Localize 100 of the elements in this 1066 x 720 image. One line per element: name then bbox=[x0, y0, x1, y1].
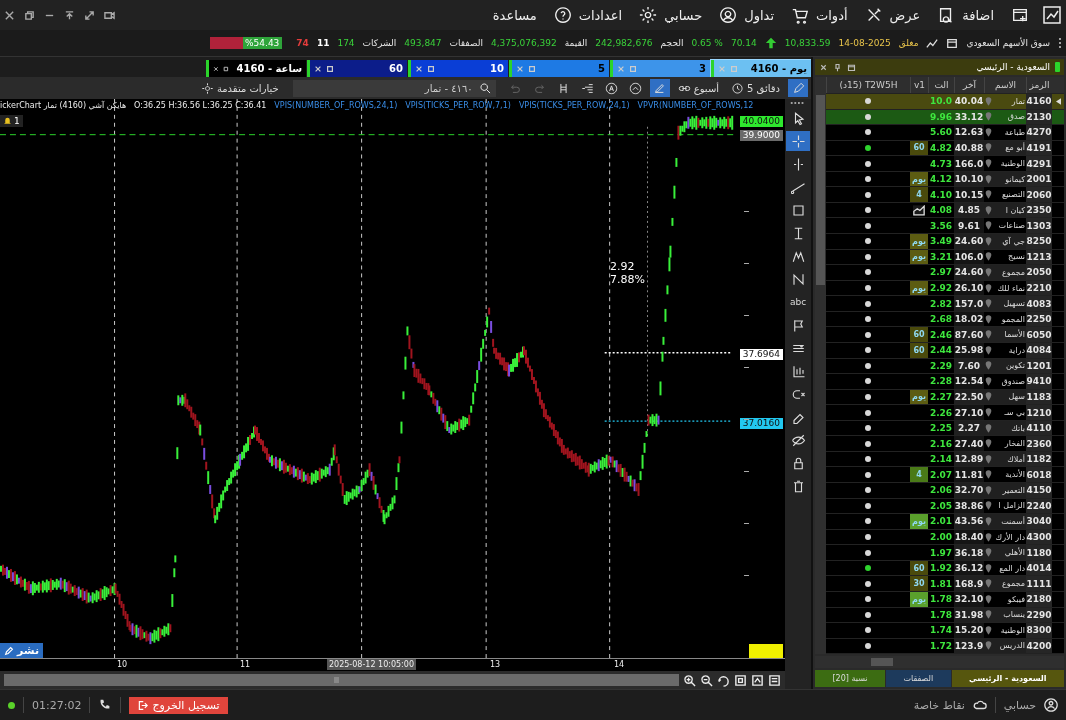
location-pin-icon[interactable] bbox=[985, 376, 992, 386]
column-header[interactable]: الاسم bbox=[984, 77, 1026, 93]
location-pin-icon[interactable] bbox=[985, 470, 992, 480]
location-pin-icon[interactable] bbox=[985, 143, 992, 153]
calendar-icon[interactable] bbox=[946, 37, 959, 49]
column-header[interactable]: v1 bbox=[910, 77, 928, 93]
location-pin-icon[interactable] bbox=[985, 625, 992, 635]
indicator-label[interactable]: VPVR(NUMBER_OF_ROWS,12 bbox=[637, 101, 754, 110]
location-pin-icon[interactable] bbox=[985, 454, 992, 464]
frame-icon[interactable] bbox=[768, 673, 781, 687]
chart-tab[interactable]: 3 bbox=[610, 60, 710, 77]
indicator-label[interactable]: VPIS(NUMBER_OF_ROWS,24,1) bbox=[274, 101, 398, 110]
chart-tab-label[interactable]: 3 bbox=[699, 63, 706, 74]
search-icon[interactable] bbox=[478, 81, 492, 95]
zoom-out-icon[interactable] bbox=[700, 673, 713, 687]
location-pin-icon[interactable] bbox=[985, 594, 992, 604]
vertical-scrollbar[interactable] bbox=[815, 77, 826, 654]
publish-button[interactable]: نشر bbox=[0, 643, 44, 658]
chart-tab-label[interactable]: 60 bbox=[389, 63, 403, 74]
menu-button[interactable]: اعدادات bbox=[576, 7, 625, 23]
interval-button[interactable]: 5 دقائق bbox=[727, 81, 784, 95]
location-pin-icon[interactable] bbox=[985, 345, 992, 355]
close-icon[interactable] bbox=[415, 64, 423, 73]
reset-zoom-icon[interactable] bbox=[717, 673, 730, 687]
restore-icon[interactable] bbox=[24, 9, 35, 21]
location-pin-icon[interactable] bbox=[985, 127, 992, 137]
chart-logo-icon[interactable] bbox=[1042, 5, 1062, 25]
close-icon[interactable] bbox=[314, 64, 322, 73]
location-pin-icon[interactable] bbox=[985, 267, 992, 277]
column-header[interactable]: الت bbox=[928, 77, 954, 93]
location-pin-icon[interactable] bbox=[985, 330, 992, 340]
frame-icon[interactable] bbox=[751, 673, 764, 687]
location-pin-icon[interactable] bbox=[985, 205, 992, 215]
chart-tab[interactable]: 10 bbox=[408, 60, 508, 77]
logout-button[interactable]: تسجيل الخروج bbox=[129, 696, 228, 714]
location-pin-icon[interactable] bbox=[985, 190, 992, 200]
more-icon[interactable] bbox=[1058, 37, 1062, 49]
scroll-thumb[interactable] bbox=[871, 658, 893, 666]
chart-tab[interactable]: 4160 - ساعة bbox=[206, 60, 306, 77]
location-pin-icon[interactable] bbox=[985, 485, 992, 495]
chart-tab-label[interactable]: 4160 - يوم bbox=[750, 63, 807, 74]
window-icon[interactable] bbox=[847, 62, 856, 72]
chart-tab-label[interactable]: 5 bbox=[598, 63, 605, 74]
account-link[interactable]: حسابي bbox=[1003, 698, 1036, 712]
location-pin-icon[interactable] bbox=[985, 314, 992, 324]
close-icon[interactable] bbox=[213, 64, 219, 73]
location-pin-icon[interactable] bbox=[985, 516, 992, 526]
list-tab[interactable]: نسبة [20] bbox=[815, 670, 885, 687]
location-pin-icon[interactable] bbox=[985, 408, 992, 417]
list-tab[interactable]: السعودية - الرئيسي bbox=[951, 670, 1064, 687]
chart-tab[interactable]: 60 bbox=[307, 60, 407, 77]
chart-tab-label[interactable]: 4160 - ساعة bbox=[236, 63, 302, 74]
location-pin-icon[interactable] bbox=[985, 532, 992, 542]
list-tab[interactable]: الصفقات bbox=[886, 670, 951, 687]
location-pin-icon[interactable] bbox=[985, 501, 992, 511]
scroll-thumb[interactable] bbox=[334, 677, 339, 683]
menu-button[interactable]: عرض bbox=[887, 7, 923, 23]
camera-icon[interactable] bbox=[104, 9, 115, 21]
menu-button[interactable]: اضافة bbox=[960, 7, 996, 23]
alert-badge[interactable]: 1 bbox=[0, 115, 23, 127]
location-pin-icon[interactable] bbox=[985, 548, 992, 558]
location-pin-icon[interactable] bbox=[985, 563, 992, 573]
zoom-in-icon[interactable] bbox=[683, 673, 696, 687]
chart-tab-label[interactable]: 10 bbox=[490, 63, 504, 74]
scroll-thumb[interactable] bbox=[816, 95, 825, 285]
pin-icon[interactable] bbox=[833, 62, 842, 72]
location-pin-icon[interactable] bbox=[985, 283, 992, 293]
pin-icon[interactable] bbox=[64, 9, 75, 21]
close-icon[interactable] bbox=[4, 9, 15, 21]
menu-button[interactable]: حسابي bbox=[662, 7, 705, 23]
symbol-search-field[interactable]: ٤١٦٠ - تمار bbox=[292, 79, 496, 97]
user-icon[interactable] bbox=[1044, 698, 1058, 712]
location-pin-icon[interactable] bbox=[985, 579, 992, 589]
location-pin-icon[interactable] bbox=[985, 299, 992, 309]
line-chart-icon[interactable] bbox=[926, 37, 939, 49]
horizontal-scrollbar[interactable] bbox=[815, 656, 1064, 668]
chart-tab[interactable]: 5 bbox=[509, 60, 609, 77]
location-pin-icon[interactable] bbox=[985, 236, 992, 246]
location-pin-icon[interactable] bbox=[985, 423, 992, 433]
indicator-label[interactable]: VPIS(TICKS_PER_ROW,24,1) bbox=[518, 101, 630, 110]
chart-scrollbar[interactable] bbox=[4, 674, 679, 686]
location-pin-icon[interactable] bbox=[985, 439, 992, 449]
tool-button[interactable] bbox=[649, 79, 670, 97]
location-pin-icon[interactable] bbox=[985, 392, 992, 402]
location-pin-icon[interactable] bbox=[985, 610, 992, 620]
advanced-options-button[interactable]: خيارات متقدمة bbox=[196, 81, 283, 95]
text-tool-button[interactable]: abc bbox=[786, 292, 810, 312]
location-pin-icon[interactable] bbox=[985, 159, 992, 168]
location-pin-icon[interactable] bbox=[985, 361, 992, 371]
location-pin-icon[interactable] bbox=[985, 641, 992, 651]
search-input[interactable]: ٤١٦٠ - تمار bbox=[296, 81, 475, 95]
location-pin-icon[interactable] bbox=[985, 174, 992, 184]
cloud-icon[interactable] bbox=[972, 698, 987, 712]
special-points-link[interactable]: نقاط خاصة bbox=[913, 698, 965, 712]
maximize-icon[interactable] bbox=[84, 9, 95, 21]
column-header[interactable]: الرمز bbox=[1026, 77, 1052, 93]
indicator-label[interactable]: VPIS(TICKS_PER_ROW,7,1) bbox=[405, 101, 511, 110]
close-icon[interactable] bbox=[819, 62, 828, 72]
location-pin-icon[interactable] bbox=[985, 221, 992, 231]
fit-icon[interactable] bbox=[734, 673, 747, 687]
